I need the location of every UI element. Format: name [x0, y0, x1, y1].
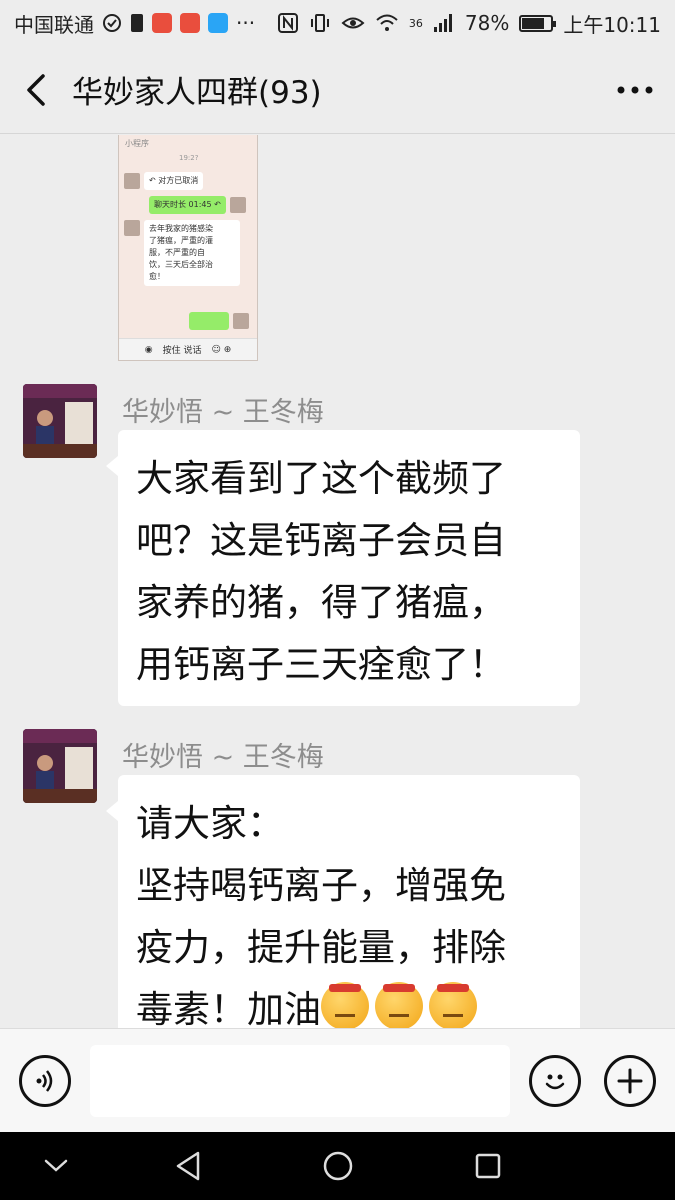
message-bubble[interactable]: 请大家： 坚持喝钙离子，增强免 疫力，提升能量，排除 毒素！加油 [106, 775, 580, 1028]
message-line: 家养的猪，得了猪瘟， [136, 581, 506, 624]
back-triangle-icon [176, 1151, 200, 1181]
mini-avatar [233, 313, 249, 329]
message-line-with-emoji: 毒素！加油 [136, 979, 562, 1028]
plus-icon [617, 1068, 643, 1094]
battery-percent: 78% [464, 11, 510, 35]
message-line: 坚持喝钙离子，增强免 [136, 864, 506, 907]
mini-line: 了猪瘟，严重的灌 [149, 236, 213, 245]
avatar[interactable] [23, 384, 97, 458]
home-circle-icon [323, 1151, 353, 1181]
vibrate-icon [310, 14, 329, 32]
recents-nav-button[interactable] [468, 1146, 508, 1186]
message-line: 吧？这是钙离子会员自 [136, 519, 506, 562]
mini-line: 饮，三天后全部治 [149, 260, 213, 269]
chevron-left-icon [27, 73, 45, 106]
call-duration-bubble: 聊天时长 01:45 ↶ [149, 196, 226, 214]
chat-header: 华妙家人四群(93) [0, 46, 675, 134]
angry-face-emoji [321, 982, 369, 1028]
more-notifications-icon: ··· [236, 11, 256, 35]
eye-comfort-icon [341, 17, 365, 29]
system-nav-bar [0, 1132, 675, 1200]
mini-avatar [229, 197, 246, 213]
screenshot-input-bar: ◉ 按住 说话 ☺ ⊕ [119, 338, 257, 360]
avatar[interactable] [23, 729, 97, 803]
voice-button[interactable] [19, 1055, 71, 1107]
angry-face-emoji [375, 982, 423, 1028]
youku-video-icon [208, 13, 228, 33]
mini-emoji-icon: ☺ ⊕ [211, 344, 232, 355]
more-options-button[interactable] [595, 46, 675, 134]
youku-app-icon [180, 13, 200, 33]
message-line: 大家看到了这个截频了 [136, 457, 506, 500]
screenshot-image-message[interactable]: 小程序 19:2? ↶ 对方已取消 聊天时长 01:45 ↶ 去年我家的猪感染 … [118, 135, 258, 361]
mini-avatar [124, 220, 140, 236]
nfc-icon [277, 13, 298, 33]
back-button[interactable] [0, 46, 72, 134]
avatar-image [23, 729, 97, 803]
message-line: 用钙离子三天痊愈了！ [136, 643, 506, 686]
mini-line: 去年我家的猪感染 [149, 224, 213, 233]
screenshot-time: 19:2? [179, 154, 199, 162]
message-input[interactable] [90, 1045, 510, 1117]
mini-voice-icon: ◉ [144, 344, 153, 355]
sender-name: 华妙悟 ~ 王冬梅 [122, 397, 324, 428]
battery-level-fill [522, 17, 545, 29]
emoji-bubble [189, 312, 229, 330]
signal-icon [433, 14, 452, 32]
emoji-button[interactable] [529, 1055, 581, 1107]
network-type-label: 36 [408, 16, 423, 30]
mini-program-label: 小程序 [125, 139, 149, 148]
hd-call-icon [103, 14, 121, 32]
home-nav-button[interactable] [318, 1146, 358, 1186]
battery-icon [519, 14, 557, 32]
message-input-bar [0, 1028, 675, 1132]
cancel-text: 对方已取消 [158, 176, 199, 185]
recents-square-icon [475, 1153, 501, 1179]
more-functions-button[interactable] [604, 1055, 656, 1107]
message-line: 疫力，提升能量，排除 [136, 926, 506, 969]
cancel-bubble: ↶ 对方已取消 [144, 172, 204, 190]
status-bar: 中国联通 ··· 36 78% 上午10:11 [0, 0, 675, 46]
sender-name: 华妙悟 ~ 王冬梅 [122, 742, 324, 773]
message-bubble[interactable]: 大家看到了这个截频了 吧？这是钙离子会员自 家养的猪，得了猪瘟， 用钙离子三天痊… [106, 430, 580, 706]
message-line: 请大家： [136, 802, 284, 845]
hold-to-talk-label: 按住 说话 [162, 346, 202, 356]
smiley-icon [545, 1074, 565, 1090]
back-nav-button[interactable] [168, 1146, 208, 1186]
voice-icon [36, 1070, 53, 1092]
sim-icon [131, 14, 143, 32]
hide-keyboard-icon [44, 1159, 68, 1172]
hide-keyboard-button[interactable] [36, 1146, 76, 1186]
chat-messages[interactable]: 小程序 19:2? ↶ 对方已取消 聊天时长 01:45 ↶ 去年我家的猪感染 … [0, 135, 675, 1028]
more-dots-icon [617, 86, 653, 93]
youku-app-icon [152, 13, 172, 33]
mini-line: 服，不严重的自 [149, 248, 205, 257]
avatar-image [23, 384, 97, 458]
carrier-label: 中国联通 [14, 12, 94, 37]
wifi-icon [376, 14, 398, 31]
mini-line: 愈！ [149, 272, 165, 281]
clock: 上午10:11 [563, 12, 661, 37]
mini-avatar [124, 173, 140, 189]
message-line: 毒素！加油 [136, 988, 321, 1028]
farmer-text-bubble: 去年我家的猪感染 了猪瘟，严重的灌 服，不严重的自 饮，三天后全部治 愈！ [144, 220, 240, 286]
chat-title: 华妙家人四群(93) [72, 75, 322, 111]
angry-face-emoji [429, 982, 477, 1028]
call-duration-text: 聊天时长 01:45 [154, 200, 212, 209]
